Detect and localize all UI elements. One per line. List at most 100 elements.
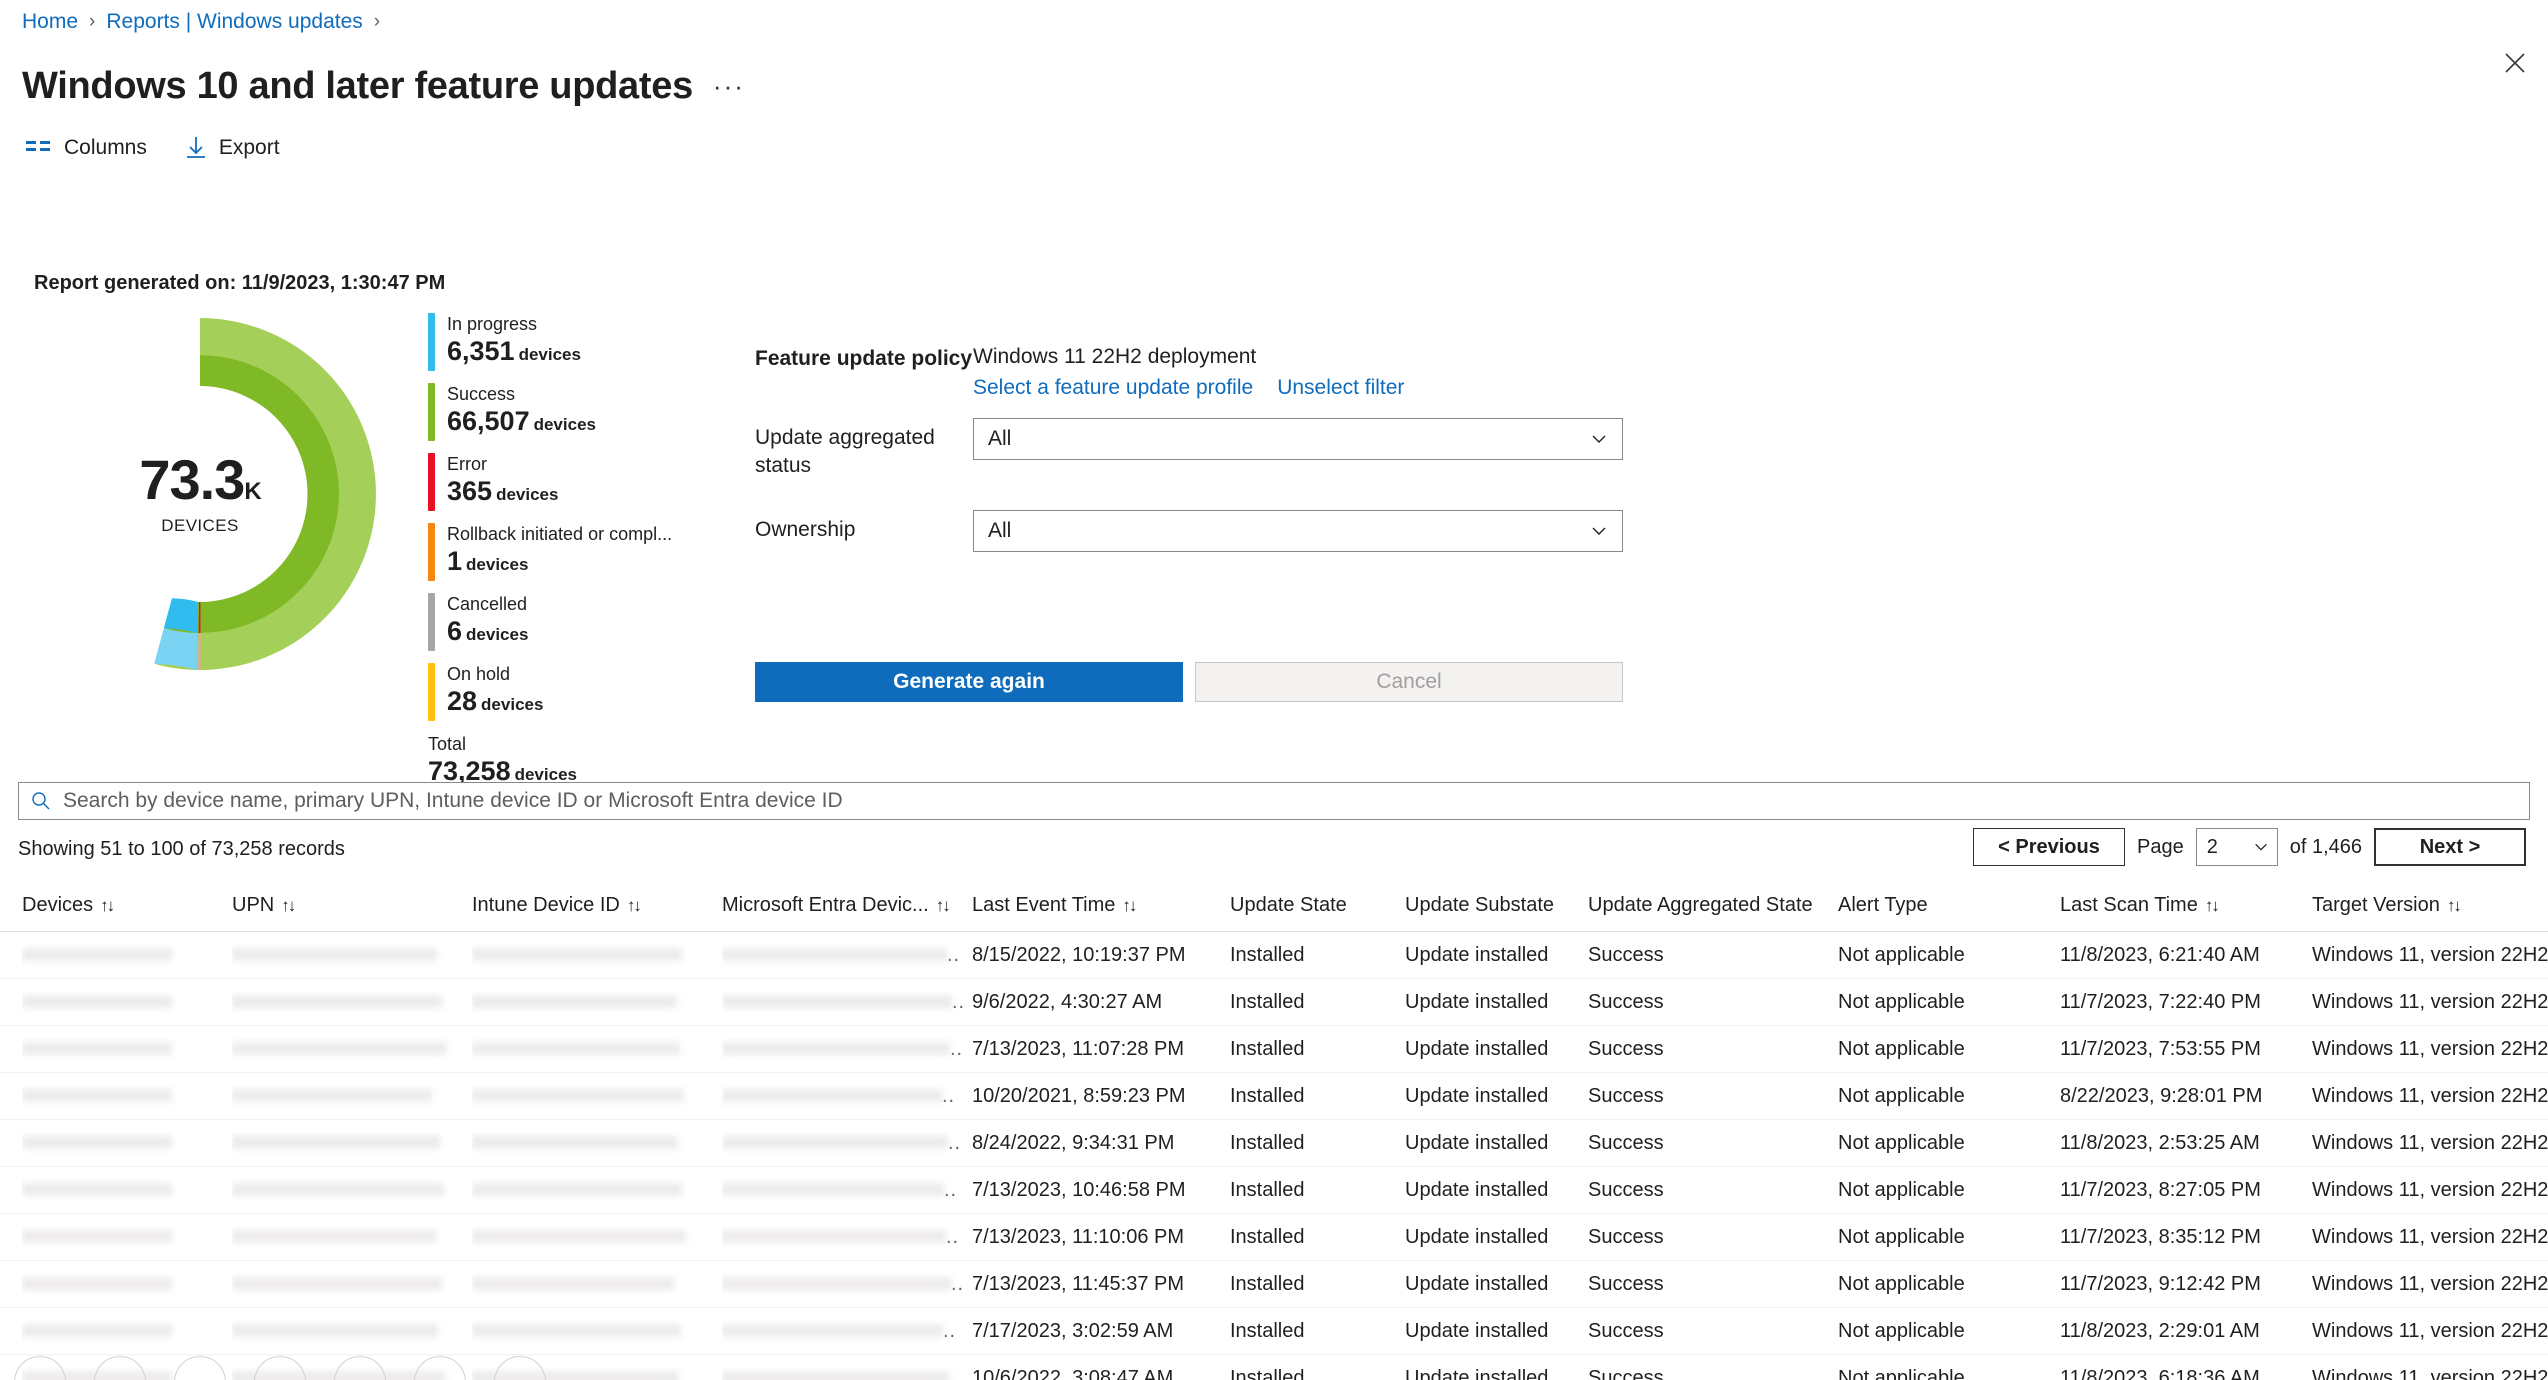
unselect-filter-link[interactable]: Unselect filter (1277, 376, 1404, 400)
column-header-update-state[interactable]: Update State (1230, 894, 1405, 917)
chart-legend: In progress 6,351 devices Success 66,507 d… (428, 313, 728, 803)
cell-update-aggregated-state: Success (1588, 1319, 1664, 1342)
legend-label: Error (447, 454, 487, 474)
cell-last-scan-time: 11/7/2023, 8:27:05 PM (2060, 1178, 2261, 1201)
cell-update-aggregated-state: Success (1588, 1037, 1664, 1060)
generate-again-button[interactable]: Generate again (755, 662, 1183, 702)
page-label: Page (2136, 835, 2184, 858)
table-row[interactable]: .. 8/24/2022, 9:34:31 PM Installed Update i… (0, 1120, 2548, 1167)
legend-label: Cancelled (447, 594, 528, 614)
cell-upn (232, 1179, 472, 1202)
legend-value: 365 devices (447, 476, 559, 506)
cell-update-state: Installed (1230, 1037, 1305, 1060)
table-row[interactable]: .. 7/13/2023, 10:46:58 PM Installed Update … (0, 1167, 2548, 1214)
page-title: Windows 10 and later feature updates (22, 65, 693, 108)
cell-alert-type: Not applicable (1838, 1131, 1965, 1154)
cell-update-state: Installed (1230, 1084, 1305, 1107)
sort-icon[interactable]: ↑↓ (1122, 896, 1137, 916)
cell-update-state: Installed (1230, 1319, 1305, 1342)
cell-upn (232, 1085, 472, 1108)
report-page: Home › Reports | Windows updates › Windo… (0, 0, 2548, 1380)
column-header-update-substate[interactable]: Update Substate (1405, 894, 1588, 917)
chevron-down-icon (1590, 430, 1608, 448)
sort-icon[interactable]: ↑↓ (2205, 896, 2220, 916)
sort-icon[interactable]: ↑↓ (281, 896, 296, 916)
records-count-label: Showing 51 to 100 of 73,258 records (18, 838, 345, 860)
update-aggregated-status-select[interactable]: All (973, 418, 1623, 460)
cell-intune-device-id (472, 1320, 722, 1343)
column-header-intune-device-id[interactable]: Intune Device ID ↑↓ (472, 894, 722, 917)
column-header-last-scan-time[interactable]: Last Scan Time ↑↓ (2060, 894, 2312, 917)
column-header-upn[interactable]: UPN ↑↓ (232, 894, 472, 917)
column-header-target-version[interactable]: Target Version ↑↓ (2312, 894, 2548, 917)
donut-outer-inprogress (154, 628, 198, 670)
cell-entra-device-id: .. (722, 1273, 972, 1296)
page-number-select[interactable]: 2 (2195, 828, 2278, 866)
table-row[interactable]: .. 7/13/2023, 11:10:06 PM Installed Update … (0, 1214, 2548, 1261)
table-row[interactable]: .. 8/15/2022, 10:19:37 PM Installed Update … (0, 932, 2548, 979)
pagination-controls: < Previous Page 2 of 1,466 Next > (1972, 828, 2526, 866)
more-options-icon[interactable]: ··· (713, 71, 745, 102)
search-icon (31, 791, 51, 811)
cell-entra-device-id: .. (722, 944, 972, 967)
cell-alert-type: Not applicable (1838, 1084, 1965, 1107)
breadcrumb-item-reports[interactable]: Reports | Windows updates (106, 8, 362, 36)
feature-update-policy-value: Windows 11 22H2 deployment (973, 345, 1257, 368)
cell-alert-type: Not applicable (1838, 1272, 1965, 1295)
search-input[interactable] (61, 788, 2517, 814)
cell-device (22, 1320, 232, 1343)
sort-icon[interactable]: ↑↓ (100, 896, 115, 916)
columns-icon (26, 139, 52, 157)
select-feature-update-profile-link[interactable]: Select a feature update profile (973, 376, 1253, 400)
table-row[interactable]: .. 9/6/2022, 4:30:27 AM Installed Update in… (0, 979, 2548, 1026)
column-header-entra-device-id[interactable]: Microsoft Entra Devic... ↑↓ (722, 894, 972, 917)
previous-page-button[interactable]: < Previous (1972, 828, 2125, 866)
cell-intune-device-id (472, 1132, 722, 1155)
next-page-button[interactable]: Next > (2374, 828, 2526, 866)
report-generated-timestamp: Report generated on: 11/9/2023, 1:30:47 … (34, 272, 446, 294)
legend-item-success: Success 66,507 devices (428, 383, 728, 441)
column-header-alert-type[interactable]: Alert Type (1838, 894, 2060, 917)
cell-last-event-time: 9/6/2022, 4:30:27 AM (972, 990, 1163, 1013)
cell-update-state: Installed (1230, 1225, 1305, 1248)
export-button[interactable]: Export (185, 136, 280, 160)
cell-last-event-time: 7/13/2023, 11:10:06 PM (972, 1225, 1185, 1248)
cell-device (22, 944, 232, 967)
legend-label: On hold (447, 664, 511, 684)
sort-icon[interactable]: ↑↓ (2447, 896, 2462, 916)
legend-color-swatch (428, 523, 435, 581)
breadcrumb-separator-icon: › (89, 11, 96, 32)
cell-entra-device-id: .. (722, 1226, 972, 1249)
close-icon[interactable] (2498, 46, 2532, 80)
cell-update-aggregated-state: Success (1588, 1084, 1664, 1107)
table-row[interactable]: .. 7/17/2023, 3:02:59 AM Installed Update i… (0, 1308, 2548, 1355)
table-row[interactable]: .. 7/13/2023, 11:07:28 PM Installed Update … (0, 1026, 2548, 1073)
breadcrumb-item-home[interactable]: Home (22, 8, 78, 36)
cell-update-aggregated-state: Success (1588, 1178, 1664, 1201)
cell-device (22, 1132, 232, 1155)
table-row[interactable]: .. 7/13/2023, 11:45:37 PM Installed Update … (0, 1261, 2548, 1308)
filter-row-policy: Feature update policy Windows 11 22H2 de… (755, 343, 1625, 400)
chevron-down-icon (2253, 839, 2269, 855)
breadcrumb-separator-icon: › (373, 11, 381, 32)
search-bar[interactable] (18, 782, 2530, 820)
cell-update-substate: Update installed (1405, 1037, 1549, 1060)
sort-icon[interactable]: ↑↓ (936, 896, 951, 916)
ownership-select[interactable]: All (973, 510, 1623, 552)
column-header-devices[interactable]: Devices ↑↓ (22, 894, 232, 917)
legend-label: In progress (447, 314, 538, 334)
columns-button[interactable]: Columns (26, 136, 147, 160)
sort-icon[interactable]: ↑↓ (627, 896, 642, 916)
cell-entra-device-id: .. (722, 1132, 972, 1155)
column-header-update-aggregated-state[interactable]: Update Aggregated State (1588, 894, 1838, 917)
donut-inner-error (198, 601, 201, 633)
table-row[interactable]: .. 10/20/2021, 8:59:23 PM Installed Update … (0, 1073, 2548, 1120)
column-header-last-event-time[interactable]: Last Event Time ↑↓ (972, 894, 1230, 917)
cell-last-event-time: 10/20/2021, 8:59:23 PM (972, 1084, 1186, 1107)
cell-last-scan-time: 11/7/2023, 7:53:55 PM (2060, 1037, 2261, 1060)
cell-update-state: Installed (1230, 990, 1305, 1013)
legend-value: 6,351 devices (447, 336, 581, 366)
cell-device (22, 1038, 232, 1061)
bottom-icon-strip (0, 1356, 2548, 1380)
circle-icon (174, 1356, 226, 1380)
